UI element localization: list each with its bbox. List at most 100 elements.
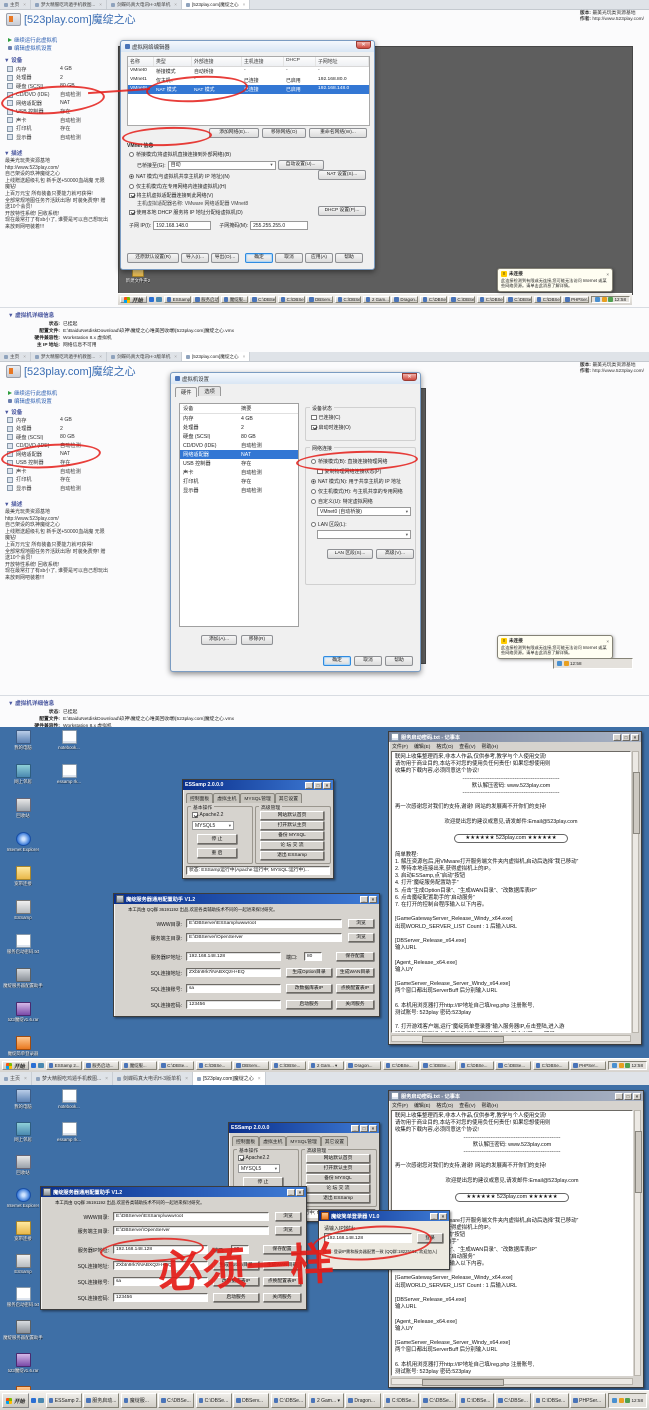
tab-hardware[interactable]: 硬件 xyxy=(175,387,197,397)
taskbar-button[interactable]: C:\DBSe... xyxy=(158,1393,194,1407)
device-row[interactable]: 打印机存在 xyxy=(0,476,110,485)
taskbar-button[interactable]: 2 Gam... ▾ xyxy=(308,1061,344,1070)
dialog-title-bar[interactable]: 虚拟网络编辑器 xyxy=(121,41,374,52)
subnet-ip-input[interactable]: 192.168.148.0 xyxy=(153,221,211,230)
menu-item[interactable]: 帮助(H) xyxy=(482,1102,499,1109)
mysql-select[interactable]: MYSQL5 xyxy=(238,1164,280,1173)
rename-network-button[interactable]: 重命名网络(W)... xyxy=(309,128,367,138)
taskbar-button[interactable]: DBServ... xyxy=(306,296,333,304)
settings-device-row[interactable]: 网络适配器NAT xyxy=(180,450,298,459)
change-db-ip-button[interactable]: 改数据库表IP xyxy=(286,984,332,993)
quick-launch-desktop-icon[interactable] xyxy=(156,297,162,303)
essamp-action-button[interactable]: 备份 MYSQL xyxy=(306,1174,370,1183)
tray-app-icon[interactable] xyxy=(625,1063,630,1068)
tab-close-icon[interactable]: × xyxy=(174,2,177,7)
sql-password-input[interactable]: 123456 xyxy=(113,1293,208,1302)
desktop-icon[interactable]: 网上邻居 xyxy=(2,1122,44,1142)
start-service-button[interactable]: 启动服务 xyxy=(213,1293,259,1302)
essamp-action-button[interactable]: 打开默认主页 xyxy=(260,821,324,830)
tray-network-icon[interactable] xyxy=(557,661,562,666)
description-header[interactable]: ▼ 描述 xyxy=(4,149,22,157)
taskbar-button[interactable]: 魔绽服... xyxy=(121,1393,157,1407)
device-row[interactable]: 打印机存在 xyxy=(0,125,110,134)
start-button[interactable]: 开始 xyxy=(2,1393,29,1407)
gen-option-button[interactable]: 生成Option目录 xyxy=(213,1261,259,1270)
taskbar-button[interactable]: Dragon... xyxy=(391,296,418,304)
taskbar-button[interactable]: PHPSer... xyxy=(570,1061,606,1070)
settings-device-row[interactable]: 声卡自动检测 xyxy=(180,468,298,477)
desktop-icon[interactable]: Internet Explorer xyxy=(2,1188,44,1208)
login-title-bar[interactable]: 魔绽简单登录器 V1.0 _× xyxy=(319,1211,449,1221)
add-network-button[interactable]: 添加网络(E)... xyxy=(209,128,259,138)
save-config-button[interactable]: 保存配置 xyxy=(263,1245,301,1254)
edit-vm-settings-link[interactable]: 编辑虚拟机设置 xyxy=(8,397,52,405)
sql-password-input[interactable]: 123456 xyxy=(186,1000,281,1009)
login-ip-input[interactable]: 192.168.148.128 xyxy=(324,1233,412,1243)
minimize-button[interactable]: _ xyxy=(430,1213,438,1220)
desktop-icon[interactable]: 我的电脑 xyxy=(2,1089,44,1109)
helper-title-bar[interactable]: 魔绽服务器通用配置助手 V1.2 _× xyxy=(114,894,379,904)
bridged-radio[interactable]: 桥接模式(B): 直接连接物理网络 xyxy=(311,458,387,465)
start-button[interactable]: 开始 xyxy=(2,1061,29,1070)
server-dir-input[interactable]: E:\DBServer\OpenServer xyxy=(113,1226,269,1235)
gen-wan-button[interactable]: 生成WAN目录 xyxy=(336,968,374,977)
taskbar-button[interactable]: C:\DBSe... xyxy=(158,1061,194,1070)
close-button[interactable]: × xyxy=(369,1125,377,1132)
device-row[interactable]: 处理器2 xyxy=(0,425,110,434)
nat-radio[interactable]: NAT 模式(N): 用于共享主机的 IP 地址 xyxy=(311,478,401,485)
lan-segment-radio[interactable]: LAN 区段(L): xyxy=(311,521,347,528)
taskbar-button[interactable]: C:\DBSe... xyxy=(383,1061,419,1070)
device-row[interactable]: 内存4 GB xyxy=(0,65,110,74)
sql-address-input[interactable]: ZXbtn9rk7iNABXQzH+EQ xyxy=(113,1261,208,1270)
menu-item[interactable]: 文件(F) xyxy=(392,1102,408,1109)
gen-wan-button[interactable]: 生成WAN目录 xyxy=(263,1261,301,1270)
tray-network-icon[interactable] xyxy=(612,1398,617,1403)
essamp-action-button[interactable]: 退出 ESSamp xyxy=(260,851,324,860)
taskbar-button[interactable]: DBServ... xyxy=(233,1061,269,1070)
www-dir-input[interactable]: E:\DBServer\ESSamp\wwwroot xyxy=(113,1212,269,1221)
bridged-mode-radio[interactable]: 桥接模式(将虚拟机直接连接到外部网络)(B) xyxy=(129,151,231,158)
essamp-action-button[interactable]: 论 坛 交 流 xyxy=(260,841,324,850)
essamp-tab[interactable]: 其它设置 xyxy=(275,793,302,803)
menu-item[interactable]: 编辑(E) xyxy=(414,743,430,750)
quick-launch-ie-icon[interactable] xyxy=(31,1398,37,1404)
ok-button[interactable]: 确定 xyxy=(323,656,351,666)
desktop-icon[interactable]: 回收站 xyxy=(2,1155,44,1175)
mysql-select[interactable]: MYSQL5 xyxy=(192,821,234,830)
stop-service-button[interactable]: 关闭服务 xyxy=(263,1293,301,1302)
desktop-icon[interactable]: 魔绽服务器配置助手 xyxy=(2,968,44,988)
desktop-icon[interactable]: 523魔绽v1.6.rar xyxy=(2,1002,44,1022)
remove-network-button[interactable]: 移除网络(O) xyxy=(262,128,306,138)
network-balloon-tip[interactable]: !未连接× 此连接检测到有限或无连接,您可能无法访问 Internet 或某些网… xyxy=(497,268,613,292)
essamp-tab[interactable]: 控制面板 xyxy=(186,793,213,803)
port-input[interactable]: 80 xyxy=(231,1245,249,1254)
device-row[interactable]: CD/DVD (IDE)自动检测 xyxy=(0,442,110,451)
resume-vm-link[interactable]: 继续运行此虚拟机 xyxy=(8,36,57,44)
menu-item[interactable]: 文件(F) xyxy=(392,743,408,750)
minimize-button[interactable]: _ xyxy=(615,1093,623,1100)
horizontal-scrollbar[interactable] xyxy=(391,1035,631,1042)
menu-item[interactable]: 查看(V) xyxy=(459,1102,475,1109)
vm-tab[interactable]: 剑蝶码真大电讯H-3版单机× xyxy=(107,352,182,361)
taskbar-button[interactable]: C:\DBSe... xyxy=(477,296,504,304)
horizontal-scrollbar[interactable] xyxy=(391,1378,633,1385)
device-row[interactable]: CD/DVD (IDE)自动检测 xyxy=(0,91,110,100)
browse-button[interactable]: 浏览 xyxy=(348,919,374,928)
device-row[interactable]: 网络适配器NAT xyxy=(0,450,110,459)
tab-close-icon[interactable]: × xyxy=(243,354,246,359)
cancel-button[interactable]: 取消 xyxy=(275,253,303,263)
taskbar-button[interactable]: C:\DBSe... xyxy=(505,296,532,304)
taskbar-button[interactable]: 2 Gam... ▾ xyxy=(308,1393,344,1407)
taskbar-button[interactable]: ESSamp 2... xyxy=(46,1393,82,1407)
close-button[interactable]: ✕ xyxy=(356,41,371,49)
taskbar-button[interactable]: ESSamp 2... xyxy=(46,1061,82,1070)
sql-address-input[interactable]: ZXbtn9rk7iNABXQzH+EQ xyxy=(186,968,281,977)
advanced-button[interactable]: 高级(V)... xyxy=(376,549,414,559)
essamp-action-button[interactable]: 打开默认主页 xyxy=(306,1164,370,1173)
device-row[interactable]: 显示器自动检测 xyxy=(0,484,110,493)
sql-user-input[interactable]: sa xyxy=(186,984,281,993)
desktop-icon[interactable]: ESSamp xyxy=(2,1254,44,1274)
start-button[interactable]: 开始 xyxy=(120,296,147,304)
device-row[interactable]: 声卡自动检测 xyxy=(0,116,110,125)
server-dir-input[interactable]: E:\DBServer\OpenServer xyxy=(186,933,342,942)
